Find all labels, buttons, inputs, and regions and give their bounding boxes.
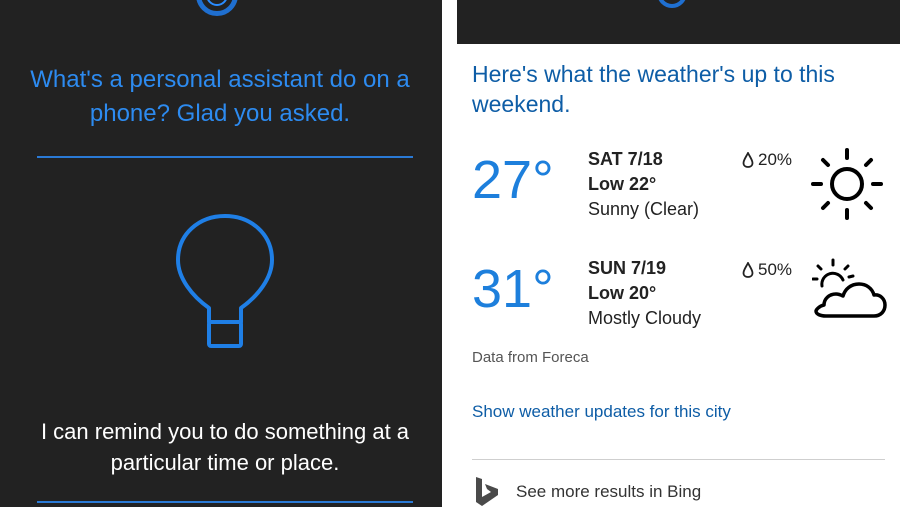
forecast-temp: 31° bbox=[472, 259, 554, 319]
cortana-header bbox=[457, 0, 900, 44]
forecast-condition: Sunny (Clear) bbox=[588, 199, 700, 219]
forecast-day: SUN 7/19 bbox=[588, 258, 667, 278]
sun-icon bbox=[811, 148, 883, 220]
forecast-low: Low 20° bbox=[588, 283, 657, 303]
lightbulb-icon bbox=[176, 214, 274, 348]
forecast-precip: 20% bbox=[742, 149, 792, 171]
intro-heading: What's a personal assistant do on a phon… bbox=[30, 66, 410, 127]
raindrop-icon bbox=[742, 262, 754, 278]
forecast-day: SAT 7/18 bbox=[588, 149, 663, 169]
divider bbox=[472, 459, 885, 460]
forecast-details: SAT 7/18 Low 22° Sunny (Clear) bbox=[588, 147, 699, 222]
forecast-details: SUN 7/19 Low 20° Mostly Cloudy bbox=[588, 256, 701, 331]
cortana-intro-panel: What's a personal assistant do on a phon… bbox=[0, 0, 442, 507]
divider bbox=[37, 501, 413, 503]
panel-separator bbox=[442, 0, 457, 507]
intro-body: I can remind you to do something at a pa… bbox=[40, 419, 410, 475]
weather-answer-panel: Here's what the weather's up to this wee… bbox=[457, 0, 900, 507]
precip-value: 50% bbox=[758, 260, 793, 279]
bing-results-link[interactable]: See more results in Bing bbox=[516, 482, 701, 502]
forecast-precip: 50% bbox=[742, 259, 792, 281]
precip-value: 20% bbox=[758, 150, 793, 169]
forecast-temp: 27° bbox=[472, 150, 554, 210]
raindrop-icon bbox=[742, 152, 754, 168]
divider bbox=[37, 156, 413, 158]
weather-updates-link[interactable]: Show weather updates for this city bbox=[472, 402, 731, 422]
bing-icon[interactable] bbox=[474, 475, 500, 507]
cortana-icon bbox=[657, 0, 687, 8]
forecast-condition: Mostly Cloudy bbox=[588, 308, 702, 328]
cortana-icon bbox=[196, 0, 238, 16]
weather-heading: Here's what the weather's up to this wee… bbox=[472, 61, 835, 117]
data-source: Data from Foreca bbox=[472, 349, 589, 366]
partly-cloudy-icon bbox=[812, 258, 887, 318]
forecast-low: Low 22° bbox=[588, 174, 657, 194]
